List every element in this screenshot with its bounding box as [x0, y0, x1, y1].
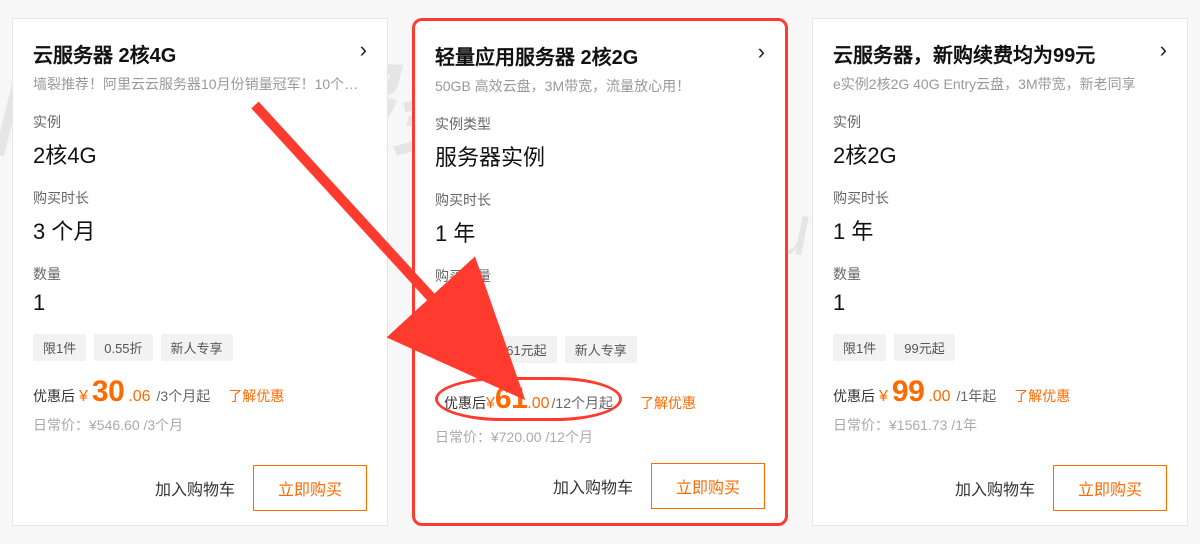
card-container: 云服务器 2核4G › 墙裂推荐！阿里云云服务器10月份销量冠军！10个… 实例…	[0, 0, 1200, 544]
price-per: /1年起	[957, 386, 997, 406]
tag: 限1件	[833, 334, 886, 361]
product-card: 云服务器 2核4G › 墙裂推荐！阿里云云服务器10月份销量冠军！10个… 实例…	[12, 18, 388, 526]
price-decimal: .00	[527, 395, 549, 413]
card-title: 云服务器 2核4G	[33, 39, 176, 68]
learn-more-link[interactable]: 了解优惠	[1014, 386, 1070, 406]
original-value: ¥720.00 /12个月	[491, 429, 593, 445]
card-subtitle: 50GB 高效云盘，3M带宽，流量放心用！	[435, 76, 765, 96]
price-main: 99	[892, 375, 924, 409]
duration-value: 3 个月	[33, 214, 367, 246]
price-prefix: 优惠后	[833, 386, 875, 406]
price-main: 30	[92, 375, 124, 409]
instance-label: 实例	[33, 112, 367, 132]
tag: 新人专享	[161, 334, 233, 361]
card-title: 云服务器，新购续费均为99元	[833, 39, 1095, 68]
add-to-cart-button[interactable]: 加入购物车	[151, 466, 239, 510]
instance-value: 2核2G	[833, 138, 1167, 170]
tag: 新人专享	[565, 336, 637, 363]
add-to-cart-button[interactable]: 加入购物车	[549, 464, 637, 508]
product-card: 云服务器，新购续费均为99元 › e实例2核2G 40G Entry云盘，3M带…	[812, 18, 1188, 526]
price-prefix: 优惠后	[444, 393, 486, 413]
learn-more-link[interactable]: 了解优惠	[228, 386, 284, 406]
original-prefix: 日常价：	[33, 417, 89, 433]
product-card: 轻量应用服务器 2核2G › 50GB 高效云盘，3M带宽，流量放心用！ 实例类…	[412, 18, 788, 526]
learn-more-link[interactable]: 了解优惠	[640, 393, 696, 413]
qty-label: 购买数量	[435, 266, 765, 286]
duration-value: 1 年	[435, 216, 765, 248]
original-price: 日常价：¥720.00 /12个月	[435, 427, 765, 447]
original-price: 日常价：¥546.60 /3个月	[33, 415, 367, 435]
card-header-link[interactable]: 轻量应用服务器 2核2G ›	[435, 41, 765, 70]
chevron-right-icon: ›	[1160, 39, 1167, 61]
card-title: 轻量应用服务器 2核2G	[435, 41, 638, 70]
price-per: /12个月起	[552, 393, 613, 413]
price-row: 优惠后 ¥ 99.00 /1年起 了解优惠	[833, 375, 1167, 409]
instance-label: 实例类型	[435, 114, 765, 134]
original-prefix: 日常价：	[833, 417, 889, 433]
chevron-right-icon: ›	[758, 41, 765, 63]
price-row: 优惠后 ¥ 61.00 /12个月起 了解优惠	[435, 377, 765, 421]
price-decimal: .00	[928, 388, 950, 406]
card-subtitle: e实例2核2G 40G Entry云盘，3M带宽，新老同享	[833, 74, 1167, 94]
tag-row: 限1件 99元起	[833, 334, 1167, 361]
currency-symbol: ¥	[79, 388, 88, 406]
price-per: /3个月起	[157, 386, 211, 406]
buy-now-button[interactable]: 立即购买	[1053, 465, 1167, 511]
action-row: 加入购物车 立即购买	[833, 465, 1167, 511]
duration-label: 购买时长	[435, 190, 765, 210]
qty-label: 数量	[833, 264, 1167, 284]
qty-value: 1	[33, 290, 367, 316]
price-row: 优惠后 ¥ 30.06 /3个月起 了解优惠	[33, 375, 367, 409]
price-circle-annotation: 优惠后 ¥ 61.00 /12个月起	[435, 377, 622, 421]
buy-now-button[interactable]: 立即购买	[253, 465, 367, 511]
currency-symbol: ¥	[879, 388, 888, 406]
buy-now-button[interactable]: 立即购买	[651, 463, 765, 509]
original-value: ¥546.60 /3个月	[89, 417, 183, 433]
qty-label: 数量	[33, 264, 367, 284]
instance-value: 2核4G	[33, 138, 367, 170]
action-row: 加入购物车 立即购买	[435, 463, 765, 509]
chevron-right-icon: ›	[360, 39, 367, 61]
price-main: 61	[495, 382, 527, 416]
qty-value: 1	[435, 292, 765, 318]
action-row: 加入购物车 立即购买	[33, 465, 367, 511]
duration-label: 购买时长	[33, 188, 367, 208]
card-header-link[interactable]: 云服务器 2核4G ›	[33, 39, 367, 68]
original-price: 日常价：¥1561.73 /1年	[833, 415, 1167, 435]
instance-label: 实例	[833, 112, 1167, 132]
tag: 0.55折	[94, 334, 152, 361]
duration-value: 1 年	[833, 214, 1167, 246]
tag-row: 限1件 61元起 新人专享	[435, 336, 765, 363]
currency-symbol: ¥	[486, 395, 495, 413]
instance-value: 服务器实例	[435, 140, 765, 172]
price-prefix: 优惠后	[33, 386, 75, 406]
tag: 99元起	[894, 334, 954, 361]
original-value: ¥1561.73 /1年	[889, 417, 977, 433]
card-header-link[interactable]: 云服务器，新购续费均为99元 ›	[833, 39, 1167, 68]
tag: 限1件	[33, 334, 86, 361]
original-prefix: 日常价：	[435, 429, 491, 445]
price-decimal: .06	[128, 388, 150, 406]
qty-value: 1	[833, 290, 1167, 316]
tag: 限1件	[435, 336, 488, 363]
add-to-cart-button[interactable]: 加入购物车	[951, 466, 1039, 510]
tag: 61元起	[496, 336, 556, 363]
card-subtitle: 墙裂推荐！阿里云云服务器10月份销量冠军！10个…	[33, 74, 367, 94]
tag-row: 限1件 0.55折 新人专享	[33, 334, 367, 361]
duration-label: 购买时长	[833, 188, 1167, 208]
